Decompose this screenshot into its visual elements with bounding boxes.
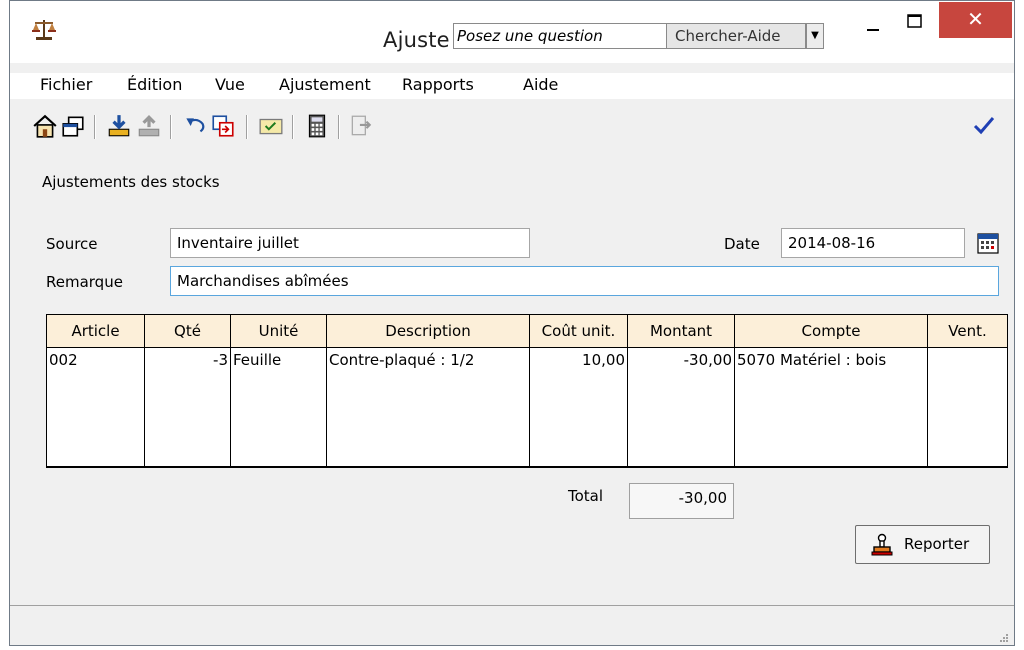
menu-vue[interactable]: Vue [215,75,245,94]
cell-amount[interactable]: -30,00 [627,347,735,468]
form-heading: Ajustements des stocks [42,173,220,191]
menu-fichier[interactable]: Fichier [40,75,92,94]
app-scales-icon [32,20,56,40]
col-header-amount[interactable]: Montant [627,314,735,348]
remark-label: Remarque [46,273,123,291]
windows-icon[interactable] [60,113,86,139]
toolbar-separator [338,115,340,139]
table-row[interactable]: 002 -3 Feuille Contre-plaqué : 1/2 10,00… [46,347,1008,468]
minimize-icon[interactable] [862,13,886,37]
menu-ajustement[interactable]: Ajustement [279,75,371,94]
stamp-icon [871,533,893,556]
maximize-icon[interactable] [903,11,927,35]
export-icon[interactable] [348,113,374,139]
store-transaction-icon[interactable] [106,113,132,139]
home-icon[interactable] [32,113,58,139]
close-icon: ✕ [967,7,984,31]
copy-transaction-icon[interactable] [210,113,236,139]
remark-input[interactable]: Marchandises abîmées [170,266,999,296]
menu-rapports[interactable]: Rapports [402,75,474,94]
toolbar-separator [170,115,172,139]
source-label: Source [46,235,98,253]
date-label: Date [724,235,760,253]
cell-unit[interactable]: Feuille [230,347,327,468]
cell-unit-cost[interactable]: 10,00 [529,347,628,468]
menu-edition[interactable]: Édition [127,75,182,94]
undo-icon[interactable] [182,113,208,139]
col-header-qty[interactable]: Qté [144,314,231,348]
close-button[interactable]: ✕ [939,2,1012,38]
total-value: -30,00 [629,483,734,519]
cell-allocation[interactable] [927,347,1008,468]
calculator-icon[interactable] [304,113,330,139]
col-header-unit[interactable]: Unité [230,314,327,348]
toolbar [10,103,1014,149]
col-header-account[interactable]: Compte [734,314,928,348]
cell-qty[interactable]: -3 [144,347,231,468]
toolbar-separator [94,115,96,139]
adjustment-table: Article Qté Unité Description Coût unit.… [46,314,1008,468]
menu-bar: Fichier Édition Vue Ajustement Rapports … [10,73,1014,99]
total-label: Total [568,487,604,505]
cell-description[interactable]: Contre-plaqué : 1/2 [326,347,530,468]
resize-grip-icon[interactable] [998,632,1008,642]
window-title: Ajuste [383,28,450,52]
post-button-label: Reporter [904,535,970,553]
calendar-icon[interactable] [976,231,1000,255]
date-input[interactable]: 2014-08-16 [781,228,965,258]
cell-article[interactable]: 002 [46,347,145,468]
help-dropdown-button[interactable]: ▼ [806,23,824,49]
title-bar[interactable]: Ajuste Posez une question Chercher-Aide … [10,1,1014,63]
display-icon[interactable] [258,113,284,139]
cell-account[interactable]: 5070 Matériel : bois [734,347,928,468]
col-header-article[interactable]: Article [46,314,145,348]
col-header-allocation[interactable]: Vent. [927,314,1008,348]
toolbar-separator [292,115,294,139]
col-header-description[interactable]: Description [326,314,530,348]
source-input[interactable]: Inventaire juillet [170,228,530,258]
toolbar-separator [246,115,248,139]
adjustment-window: Ajuste Posez une question Chercher-Aide … [9,0,1015,646]
help-question-input[interactable]: Posez une question [453,23,667,49]
search-help-button[interactable]: Chercher-Aide [667,23,806,49]
col-header-unit-cost[interactable]: Coût unit. [529,314,628,348]
post-button[interactable]: Reporter [855,525,990,564]
status-bar [10,605,1014,646]
check-icon[interactable] [972,113,996,137]
menu-aide[interactable]: Aide [523,75,558,94]
recall-transaction-icon[interactable] [136,113,162,139]
